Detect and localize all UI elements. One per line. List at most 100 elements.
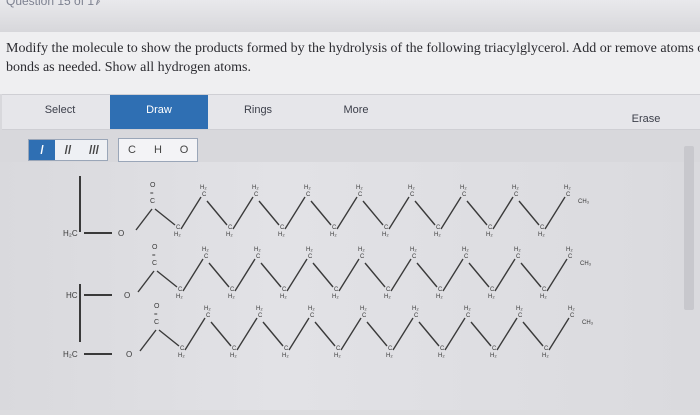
- chain-h-one-14: H₂: [538, 232, 545, 238]
- chain-h-two-2: H₂: [228, 294, 235, 300]
- chain-h-three-9: H₂: [412, 306, 419, 312]
- chain-h-one-11: H₂: [460, 185, 467, 191]
- backbone-ch2-bottom: H₂C: [63, 350, 78, 359]
- chain-h-one-0: H₂: [174, 232, 181, 238]
- molecule-canvas[interactable]: H₂C HC H₂C O O O O = C C H₂ H₂ C C H₂ H₂ C C H₂ H₂ C C H…: [0, 162, 700, 410]
- chain-bond-two-5: [286, 258, 308, 292]
- carbonyl-oxygen-three: O: [154, 303, 160, 310]
- chain-c-one-11: C: [462, 192, 467, 198]
- scrollbar[interactable]: [684, 146, 694, 310]
- tab-select[interactable]: Select: [6, 95, 114, 129]
- chain-h-one-10: H₂: [434, 232, 441, 238]
- chain-c-one-1: C: [202, 192, 207, 198]
- chain-bond-two-6: [312, 262, 334, 288]
- triacylglycerol-structure[interactable]: H₂C HC H₂C O O O O=CCH₂H₂CCH₂H₂CCH₂H₂CCH…: [0, 162, 700, 410]
- chain-c-one-0: C: [176, 225, 181, 231]
- chain-h-three-4: H₂: [282, 353, 289, 359]
- chain-h-one-2: H₂: [226, 232, 233, 238]
- chain-bond-one-4: [258, 200, 280, 226]
- question-counter: Question 15 of 17: [6, 0, 101, 8]
- chain-c-three-0: C: [180, 346, 185, 352]
- backbone-ch2-top: H₂C: [63, 229, 78, 238]
- chain-h-one-7: H₂: [356, 185, 363, 191]
- question-prompt: Modify the molecule to show the products…: [0, 32, 700, 94]
- chain-h-two-15: H₂: [566, 247, 573, 253]
- fatty-acid-chains: O=CCH₂H₂CCH₂H₂CCH₂H₂CCH₂H₂CCH₂H₂CCH₂H₂CC…: [135, 182, 594, 359]
- chain-c-two-11: C: [464, 254, 469, 260]
- chain-c-two-9: C: [412, 254, 417, 260]
- carbonyl-oxygen-two: O: [152, 244, 158, 251]
- chain-c-one-9: C: [410, 192, 415, 198]
- oxygen-atom-button[interactable]: O: [171, 139, 197, 161]
- chain-bond-three-10: [418, 321, 440, 347]
- chain-c-two-7: C: [360, 254, 365, 260]
- terminal-methyl-three: CH₃: [582, 320, 594, 326]
- chain-c-three-10: C: [440, 346, 445, 352]
- chain-bond-two-2: [208, 262, 230, 288]
- erase-button[interactable]: Erase: [618, 108, 674, 130]
- chain-c-one-2: C: [228, 225, 233, 231]
- chain-c-one-12: C: [488, 225, 493, 231]
- chain-bond-one-15: [544, 196, 566, 230]
- chain-h-two-6: H₂: [332, 294, 339, 300]
- chain-c-two-10: C: [438, 287, 443, 293]
- chain-c-one-3: C: [254, 192, 259, 198]
- chain-bond-two-0: [156, 270, 178, 288]
- chain-c-three-6: C: [336, 346, 341, 352]
- chain-h-one-1: H₂: [200, 185, 207, 191]
- ester-oxygen-2: O: [124, 291, 130, 300]
- chain-bond-three-4: [262, 321, 284, 347]
- chain-bond-one-7: [336, 196, 358, 230]
- carbon-atom-button[interactable]: C: [119, 139, 145, 161]
- chain-bond-one-13: [492, 196, 514, 230]
- question-text: Modify the molecule to show the products…: [6, 41, 700, 75]
- chain-bond-two-4: [260, 262, 282, 288]
- chain-h-three-13: H₂: [516, 306, 523, 312]
- chain-c-one-14: C: [540, 225, 545, 231]
- chain-bond-three-6: [314, 321, 336, 347]
- chain-c-two-14: C: [542, 287, 547, 293]
- chain-h-three-14: H₂: [542, 353, 549, 359]
- chain-c-three-12: C: [492, 346, 497, 352]
- chain-c-two-5: C: [308, 254, 313, 260]
- chain-c-two-15: C: [568, 254, 573, 260]
- chain-h-two-13: H₂: [514, 247, 521, 253]
- tab-rings[interactable]: Rings: [208, 95, 308, 129]
- chain-h-two-8: H₂: [384, 294, 391, 300]
- tool-tab-bar: Select Draw Rings More: [2, 94, 700, 130]
- chain-c-two-12: C: [490, 287, 495, 293]
- chain-bond-one-6: [310, 200, 332, 226]
- double-bond-button[interactable]: //: [55, 140, 81, 160]
- chain-h-three-1: H₂: [204, 306, 211, 312]
- chain-h-two-7: H₂: [358, 247, 365, 253]
- tab-more[interactable]: More: [308, 95, 404, 129]
- single-bond-button[interactable]: /: [29, 140, 55, 160]
- triple-bond-button[interactable]: ///: [81, 140, 107, 160]
- chain-c-three-4: C: [284, 346, 289, 352]
- chain-bond-three-5: [288, 317, 310, 351]
- chain-bond-two-7: [338, 258, 360, 292]
- chain-h-one-15: H₂: [564, 185, 571, 191]
- carbonyl-double-bond-one: =: [150, 191, 154, 197]
- carbonyl-oxygen-one: O: [150, 182, 156, 189]
- chain-c-one-15: C: [566, 192, 571, 198]
- chain-c-three-1: C: [206, 313, 211, 319]
- next-question-chevron-icon[interactable]: ›: [96, 0, 101, 8]
- chain-h-two-11: H₂: [462, 247, 469, 253]
- chain-c-three-2: C: [232, 346, 237, 352]
- chain-bond-three-0: [158, 329, 180, 347]
- carbonyl-bond-two: [137, 270, 155, 293]
- chain-bond-two-12: [468, 262, 490, 288]
- chain-h-two-5: H₂: [306, 247, 313, 253]
- chain-c-one-10: C: [436, 225, 441, 231]
- tab-draw[interactable]: Draw: [110, 95, 208, 129]
- chain-h-one-6: H₂: [330, 232, 337, 238]
- carbonyl-bond-one: [135, 208, 153, 231]
- carbonyl-carbon-one: C: [150, 198, 155, 205]
- hydrogen-atom-button[interactable]: H: [145, 139, 171, 161]
- chain-bond-one-10: [414, 200, 436, 226]
- chain-bond-three-1: [184, 317, 206, 351]
- chain-bond-three-15: [548, 317, 570, 351]
- chain-h-three-12: H₂: [490, 353, 497, 359]
- chain-h-one-9: H₂: [408, 185, 415, 191]
